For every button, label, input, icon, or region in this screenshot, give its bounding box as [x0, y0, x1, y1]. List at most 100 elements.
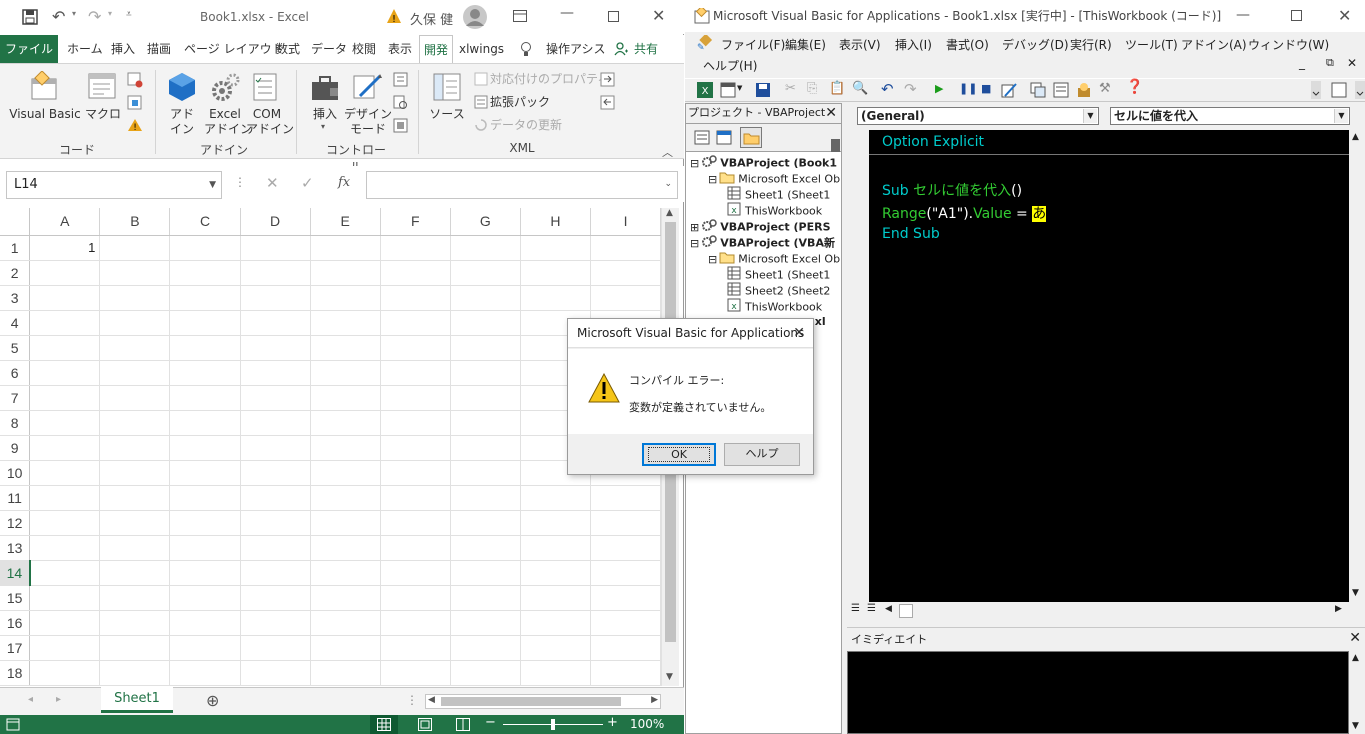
maximize-icon[interactable]: [608, 11, 619, 22]
page-break-icon[interactable]: [456, 718, 470, 731]
row-header[interactable]: 1: [0, 235, 31, 261]
cell[interactable]: [240, 385, 311, 411]
vertical-scrollbar[interactable]: ▲ ▼: [1349, 651, 1365, 734]
cell[interactable]: [99, 535, 171, 561]
break-icon[interactable]: ❚❚: [959, 82, 977, 95]
cell[interactable]: [240, 660, 311, 686]
expansion-pack-button[interactable]: 拡張パック: [490, 95, 550, 110]
cell[interactable]: [590, 285, 661, 311]
minimize-icon[interactable]: —: [1236, 0, 1250, 31]
row-header[interactable]: 5: [0, 335, 31, 361]
collapse-icon[interactable]: ⊟: [690, 237, 699, 250]
run-icon[interactable]: ▶: [935, 82, 943, 95]
scroll-up-icon[interactable]: ▲: [666, 208, 673, 218]
maximize-icon[interactable]: [1291, 10, 1302, 21]
cell[interactable]: [380, 285, 451, 311]
cell[interactable]: [99, 560, 171, 586]
cell-table[interactable]: A B C D E F G H I 1 1 2 3 4 5 6 7 8 9 10 11 12 13 14 15…: [0, 208, 661, 686]
cell[interactable]: [590, 635, 661, 661]
column-header-a[interactable]: A: [29, 208, 101, 236]
redo-dropdown-icon[interactable]: ▾: [108, 9, 112, 18]
close-icon[interactable]: ✕: [1338, 0, 1351, 32]
cell[interactable]: [310, 560, 381, 586]
cell[interactable]: [450, 560, 521, 586]
cell[interactable]: [380, 260, 451, 286]
avatar[interactable]: [462, 4, 488, 30]
toolbox-icon[interactable]: ⚒: [1099, 81, 1111, 96]
column-header-i[interactable]: I: [590, 208, 661, 236]
menu-help[interactable]: ヘルプ(H): [703, 57, 757, 74]
cell[interactable]: [310, 585, 381, 611]
cell[interactable]: [590, 260, 661, 286]
cell[interactable]: [240, 510, 311, 536]
select-all-corner[interactable]: [0, 208, 31, 236]
cell[interactable]: [99, 585, 171, 611]
cell[interactable]: [240, 560, 311, 586]
export-xml-icon[interactable]: [600, 95, 616, 111]
row-header[interactable]: 12: [0, 510, 31, 536]
scroll-right-icon[interactable]: ▶: [1335, 604, 1342, 614]
cell[interactable]: [99, 360, 171, 386]
cell[interactable]: [590, 535, 661, 561]
relative-refs-icon[interactable]: [127, 95, 143, 111]
scroll-up-icon[interactable]: ▲: [1352, 132, 1359, 142]
cell[interactable]: [450, 535, 521, 561]
cell[interactable]: [520, 660, 592, 686]
cell[interactable]: [450, 335, 521, 361]
undo-icon[interactable]: ↶: [52, 7, 65, 26]
cell[interactable]: [29, 660, 101, 686]
cell[interactable]: [169, 485, 241, 511]
xml-source-button[interactable]: ソース: [427, 107, 467, 122]
cell[interactable]: [310, 235, 381, 261]
cell[interactable]: [380, 335, 451, 361]
tab-insert[interactable]: 挿入: [107, 35, 139, 63]
cell[interactable]: [99, 335, 171, 361]
tab-home[interactable]: ホーム: [63, 35, 107, 63]
cell[interactable]: [169, 335, 241, 361]
cell[interactable]: [240, 460, 311, 486]
row-header[interactable]: 4: [0, 310, 31, 336]
cell[interactable]: [240, 335, 311, 361]
cell[interactable]: [450, 460, 521, 486]
copy-icon[interactable]: ⎘: [807, 81, 817, 96]
close-icon[interactable]: ✕: [825, 104, 837, 122]
cell[interactable]: [29, 535, 101, 561]
minimize-icon[interactable]: —: [560, 5, 574, 21]
cell[interactable]: [169, 435, 241, 461]
cell[interactable]: [169, 635, 241, 661]
zoom-slider-thumb[interactable]: [551, 719, 555, 730]
tab-review[interactable]: 校閲: [348, 35, 380, 63]
cell[interactable]: [99, 235, 171, 261]
cell[interactable]: [380, 485, 451, 511]
scroll-left-icon[interactable]: ◀: [428, 695, 435, 705]
insert-function-icon[interactable]: fx: [338, 175, 350, 190]
expand-formula-icon[interactable]: ⌄: [664, 179, 672, 189]
customize-qat-icon[interactable]: ⩡: [126, 9, 132, 20]
drag-handle-icon[interactable]: ⋮: [406, 693, 418, 707]
tab-formulas[interactable]: 数式: [272, 35, 304, 63]
toolbar-options-icon[interactable]: [1355, 81, 1365, 99]
design-mode-line1[interactable]: デザイン: [344, 107, 392, 122]
cell[interactable]: [380, 560, 451, 586]
cell[interactable]: [520, 260, 592, 286]
undo-icon[interactable]: ↶: [881, 80, 894, 98]
collapse-icon[interactable]: ⊟: [708, 173, 717, 186]
cell[interactable]: [310, 285, 381, 311]
cell[interactable]: [169, 585, 241, 611]
cell[interactable]: [169, 460, 241, 486]
cell[interactable]: [240, 310, 311, 336]
child-restore-icon[interactable]: ⧉: [1326, 56, 1334, 70]
collapse-icon[interactable]: ⊟: [690, 157, 699, 170]
tab-file[interactable]: ファイル: [0, 35, 58, 63]
properties-icon[interactable]: [393, 72, 408, 87]
cell[interactable]: [520, 485, 592, 511]
procedure-view-icon[interactable]: ☰: [851, 603, 860, 614]
view-code-icon[interactable]: [393, 95, 408, 110]
help-icon[interactable]: ❓: [1126, 79, 1143, 95]
cell[interactable]: [169, 310, 241, 336]
object-browser-icon[interactable]: [1076, 82, 1092, 98]
cell[interactable]: [380, 635, 451, 661]
macro-record-status-icon[interactable]: [6, 718, 20, 731]
cell[interactable]: [310, 310, 381, 336]
undo-dropdown-icon[interactable]: ▾: [72, 9, 76, 18]
